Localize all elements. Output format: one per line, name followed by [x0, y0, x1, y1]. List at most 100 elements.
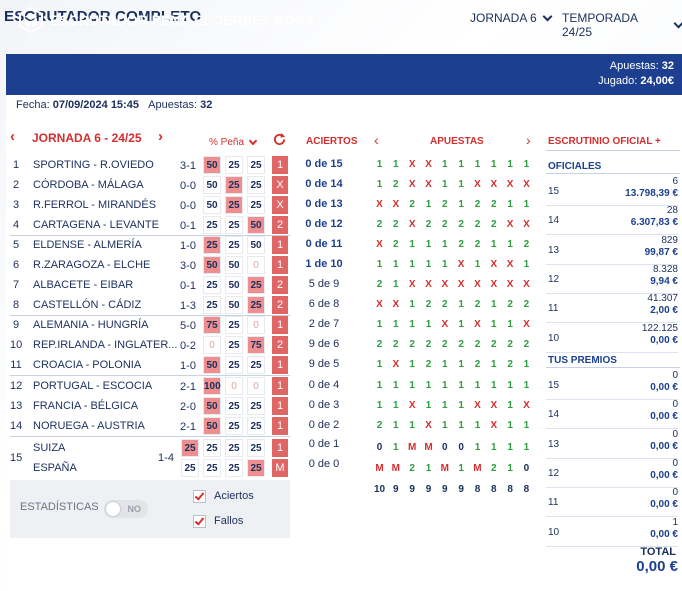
fallos-checkbox[interactable]	[193, 515, 206, 528]
bet-sign: X	[376, 299, 383, 310]
bet-sign: 1	[507, 159, 513, 170]
bet-sign: 1	[376, 259, 383, 270]
bet-sign: 1	[458, 420, 464, 431]
prize-row: 15 6 13.798,39 €	[546, 176, 678, 206]
prize-count: 0	[672, 457, 678, 469]
table-row[interactable]: 12 PORTUGAL - ESCOCIA 2-1 100 0 0 1	[10, 376, 290, 396]
table-row[interactable]: 4 CARTAGENA - LEVANTE 0-1 25 25 50 2	[10, 215, 290, 235]
header-apuestas: Apuestas: 32	[610, 60, 674, 72]
bet-sign: X	[441, 279, 449, 290]
prize-category: 10	[548, 332, 560, 344]
bet-sign: 2	[523, 239, 530, 250]
aciertos-value: 0 de 11	[305, 238, 343, 250]
table-row-pleno[interactable]: 15 SUIZA ESPAÑA 1-4 25 25 25 25 25 25 25 25 1 M	[10, 438, 290, 478]
aciertos-value: 9 de 5	[308, 358, 340, 370]
table-row[interactable]: 8 CASTELLÓN - CÁDIZ 1-3 25 50 25 2	[10, 295, 290, 315]
prize-category: 11	[548, 497, 559, 509]
bet-sign: 1	[376, 380, 383, 391]
bet-row: 11XX111111	[373, 159, 533, 170]
result-sign-badge: X	[272, 196, 288, 214]
bet-sign: X	[523, 279, 530, 290]
match-result: 2-1	[180, 381, 196, 393]
bet-sign: 1	[507, 420, 513, 431]
match-number: 9	[12, 319, 20, 331]
prev-apuestas-arrow[interactable]: ‹	[374, 132, 379, 148]
temporada-dropdown-label: TEMPORADA 24/25	[562, 11, 638, 39]
table-row[interactable]: 5 ELDENSE - ALMERÍA 1-0 25 25 50 1	[10, 235, 290, 255]
next-apuestas-arrow[interactable]: ›	[526, 132, 531, 148]
match-name: REP.IRLANDA - INGLATER...	[33, 339, 178, 351]
match-name: FRANCIA - BÉLGICA	[33, 400, 139, 412]
prize-count: 8.328	[652, 263, 678, 275]
jornada-label: JORNADA 6 - 24/25	[32, 131, 142, 145]
pct-cell: 25	[247, 276, 265, 294]
prize-category: 13	[548, 244, 560, 256]
bet-sign: 2	[393, 179, 399, 190]
toggle-knob	[106, 502, 120, 516]
bet-sign: 1	[458, 463, 464, 474]
pct-cell: 0	[247, 316, 265, 334]
pct-cell: 50	[225, 276, 243, 294]
panel-header	[6, 54, 682, 95]
bet-sign: X	[392, 199, 400, 210]
bet-sign: X	[474, 279, 481, 290]
result-sign-badge: 1	[272, 236, 288, 254]
bet-sign: X	[408, 400, 416, 411]
bet-sign: M	[424, 442, 433, 453]
table-row[interactable]: 9 ALEMANIA - HUNGRÍA 5-0 75 25 0 1	[10, 315, 290, 335]
bet-total: 10	[373, 484, 386, 495]
bet-sign: 2	[523, 339, 530, 350]
table-row[interactable]: 6 R.ZARAGOZA - ELCHE 3-0 50 50 0 1	[10, 255, 290, 275]
table-row[interactable]: 3 R.FERROL - MIRANDÉS 0-0 50 25 25 X	[10, 195, 290, 215]
prize-row: 12 8.328 9,94 €	[546, 263, 678, 294]
fecha-label: Fecha:	[16, 99, 50, 111]
result-sign-badge: 1	[272, 439, 288, 457]
refresh-icon[interactable]	[273, 133, 286, 146]
prev-jornada-arrow[interactable]: ‹	[10, 128, 15, 145]
match-number: 10	[10, 339, 23, 351]
divider	[546, 173, 680, 174]
aciertos-value: 0 de 0	[308, 458, 340, 470]
jornada-dropdown[interactable]: JORNADA 6	[470, 11, 553, 25]
table-row[interactable]: 1 SPORTING - R.OVIEDO 3-1 50 25 25 1	[10, 155, 290, 175]
total-value: 0,00 €	[636, 558, 678, 575]
match-number: 11	[10, 359, 22, 371]
pct-cell: 25	[203, 236, 221, 254]
bet-sign: M	[375, 463, 384, 474]
bet-sign: 2	[409, 199, 415, 210]
table-row[interactable]: 11 CROACIA - POLONIA 1-0 50 25 25 1	[10, 355, 290, 375]
bet-sign: 1	[507, 380, 513, 391]
bet-sign: 1	[523, 199, 530, 210]
match-name: CROACIA - POLONIA	[33, 359, 142, 371]
match-number: 8	[12, 299, 20, 311]
table-row[interactable]: 10 REP.IRLANDA - INGLATER... 0-2 0 25 75 2	[10, 335, 290, 355]
prize-count: 0	[672, 428, 678, 440]
temporada-dropdown[interactable]: TEMPORADA 24/25	[562, 11, 682, 39]
header-jugado: Jugado: 24,00€	[598, 75, 674, 87]
escrutinio-header[interactable]: ESCRUTINIO OFICIAL +	[548, 136, 661, 147]
pct-cell: 25	[225, 316, 243, 334]
table-row[interactable]: 2 CÓRDOBA - MÁLAGA 0-0 50 25 25 X	[10, 175, 290, 195]
bet-sign: X	[490, 420, 498, 431]
table-row[interactable]: 14 NORUEGA - AUSTRIA 2-1 50 25 25 1	[10, 416, 290, 436]
row-divider	[10, 436, 290, 437]
next-jornada-arrow[interactable]: ›	[158, 128, 163, 145]
pct-pena-dropdown[interactable]: % Peña	[209, 136, 258, 148]
bet-sign: 2	[491, 219, 497, 230]
bet-sign: 1	[442, 259, 448, 270]
prize-row: 14 28 6.307,83 €	[546, 205, 678, 236]
table-row[interactable]: 13 FRANCIA - BÉLGICA 2-0 50 25 25 1	[10, 396, 290, 416]
bet-sign: 1	[474, 420, 481, 431]
bet-sign: 1	[491, 359, 497, 370]
stats-toggle[interactable]: NO	[104, 500, 148, 518]
pct-cell: 50	[203, 417, 221, 435]
bet-sign: X	[457, 259, 465, 270]
pct-cell: 50	[203, 356, 221, 374]
aciertos-checkbox[interactable]	[193, 490, 206, 503]
bet-row: XX21212211	[373, 199, 533, 210]
prize-amount: 0,00 €	[650, 440, 678, 452]
bet-sign: 1	[523, 359, 530, 370]
table-row[interactable]: 7 ALBACETE - EIBAR 0-1 25 50 25 2	[10, 275, 290, 295]
header-jugado-label: Jugado:	[598, 75, 638, 87]
aciertos-header: ACIERTOS	[306, 136, 358, 147]
